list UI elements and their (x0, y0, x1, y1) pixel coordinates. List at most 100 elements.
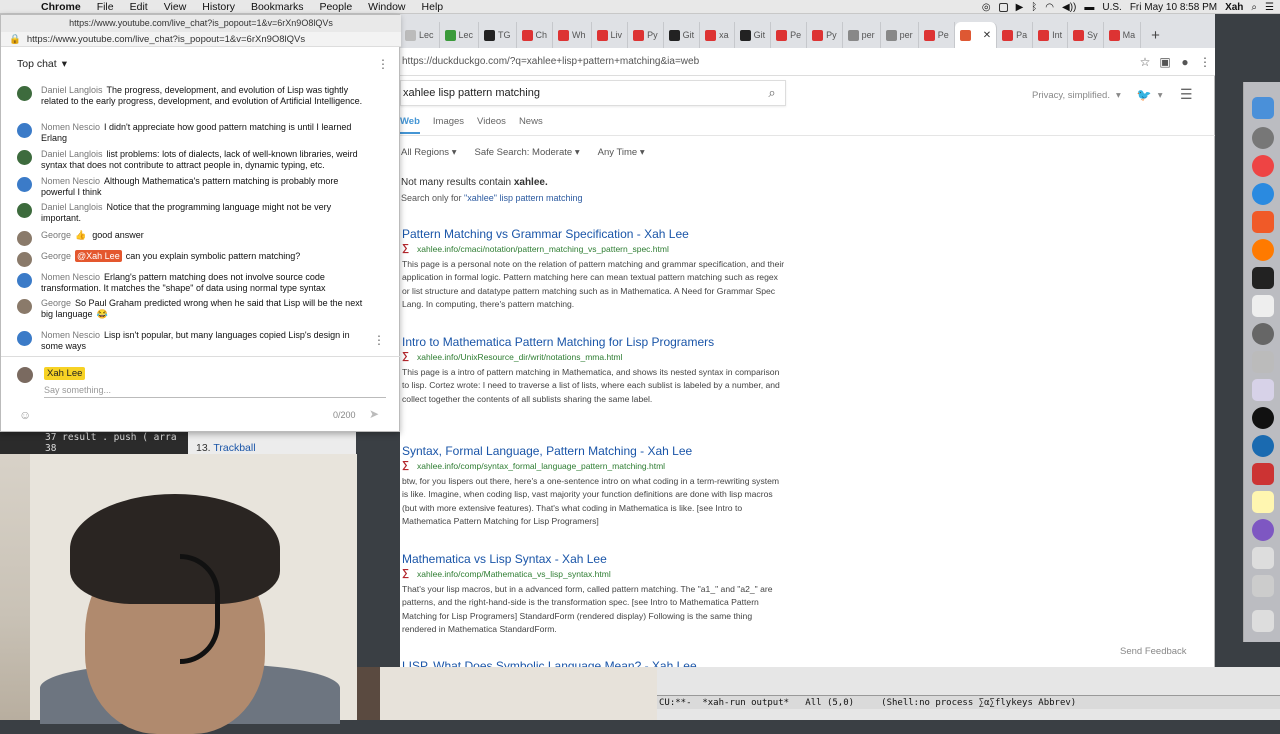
app-icon[interactable] (1252, 435, 1274, 457)
author-name[interactable]: Nomen Nescio (41, 272, 100, 282)
result-url[interactable]: ∑ xahlee.info/comp/Mathematica_vs_lisp_sy… (402, 568, 787, 579)
browser-tab[interactable]: Ch (517, 22, 554, 48)
chat-url[interactable]: https://www.youtube.com/live_chat?is_pop… (27, 32, 305, 46)
avatar[interactable] (17, 86, 32, 101)
twitter-icon[interactable]: 🐦 (1137, 88, 1152, 102)
search-box[interactable]: xahlee lisp pattern matching ⌕ (400, 80, 786, 106)
downloads-icon[interactable] (1252, 575, 1274, 597)
avatar[interactable] (17, 150, 32, 165)
app-icon[interactable] (1252, 379, 1274, 401)
author-name[interactable]: Daniel Langlois (41, 149, 103, 159)
send-feedback-link[interactable]: Send Feedback (1120, 646, 1187, 657)
avatar[interactable] (17, 203, 32, 218)
browser-tab[interactable]: Lec (440, 22, 480, 48)
tab-web[interactable]: Web (400, 116, 420, 134)
browser-tab[interactable]: per (881, 22, 919, 48)
avatar[interactable] (17, 331, 32, 346)
wifi-icon[interactable]: ◠ (1045, 2, 1054, 13)
author-name[interactable]: Daniel Langlois (41, 85, 103, 95)
browser-tab[interactable]: Git (664, 22, 701, 48)
star-icon[interactable]: ☆ (1135, 55, 1155, 69)
browser-tab[interactable]: Py (628, 22, 664, 48)
author-name[interactable]: Daniel Langlois (41, 202, 103, 212)
emoji-icon[interactable]: ☺ (19, 408, 31, 422)
author-name[interactable]: Nomen Nescio (41, 122, 100, 132)
search-icon[interactable]: ⌕ (1251, 2, 1257, 13)
search-input[interactable]: xahlee lisp pattern matching (403, 87, 759, 99)
browser-tab[interactable]: Ma (1104, 22, 1142, 48)
notes-icon[interactable] (1252, 491, 1274, 513)
author-name[interactable]: George (41, 298, 71, 308)
browser-tab[interactable]: Pe (919, 22, 955, 48)
author-name[interactable]: Nomen Nescio (41, 330, 100, 340)
chat-input[interactable]: Say something... (44, 385, 111, 395)
hamburger-menu-icon[interactable]: ☰ (1180, 86, 1193, 103)
menu-window[interactable]: Window (361, 1, 414, 13)
result-title-link[interactable]: Syntax, Formal Language, Pattern Matchin… (402, 444, 787, 459)
tab-images[interactable]: Images (433, 116, 464, 134)
filter-safe-search[interactable]: Safe Search: Moderate ▾ (474, 147, 579, 158)
new-tab-button[interactable]: + (1141, 22, 1170, 48)
menu-view[interactable]: View (157, 1, 196, 13)
browser-tab[interactable]: xa (700, 22, 735, 48)
status-icon[interactable]: ◎ (982, 2, 991, 13)
browser-tab[interactable]: Git (735, 22, 772, 48)
finder-icon[interactable] (1252, 97, 1274, 119)
input-locale[interactable]: U.S. (1102, 2, 1121, 13)
browser-tab[interactable]: Pe (771, 22, 808, 48)
address-bar[interactable]: https://duckduckgo.com/?q=xahlee+lisp+pa… (400, 48, 1215, 76)
terminal-icon[interactable] (1252, 267, 1274, 289)
browser-tab[interactable]: Wh (553, 22, 592, 48)
trackball-link[interactable]: Trackball (213, 442, 255, 454)
browser-tab[interactable]: Liv (592, 22, 629, 48)
app-icon[interactable] (1252, 547, 1274, 569)
menu-file[interactable]: File (90, 1, 123, 13)
search-only-link[interactable]: "xahlee" lisp pattern matching (464, 193, 582, 203)
chat-mode-selector[interactable]: Top chat ▾ (17, 58, 67, 70)
chrome-icon[interactable] (1252, 155, 1274, 177)
control-center-icon[interactable]: ☰ (1265, 2, 1274, 13)
menu-history[interactable]: History (195, 1, 244, 13)
tab-videos[interactable]: Videos (477, 116, 506, 134)
obs-icon[interactable] (1252, 407, 1274, 429)
settings-icon[interactable] (1252, 323, 1274, 345)
tab-news[interactable]: News (519, 116, 543, 134)
user-name[interactable]: Xah (1225, 2, 1243, 13)
tab-active[interactable]: ✕ (954, 22, 998, 48)
message-menu-icon[interactable]: ⋮ (373, 333, 385, 347)
author-name[interactable]: George (41, 230, 71, 240)
textedit-icon[interactable] (1252, 295, 1274, 317)
kebab-menu-icon[interactable]: ⋮ (1195, 55, 1215, 69)
trash-icon[interactable] (1252, 610, 1274, 632)
browser-tab[interactable]: per (843, 22, 881, 48)
result-url[interactable]: ∑ xahlee.info/UnixResource_dir/writ/notat… (402, 351, 787, 362)
browser-tab[interactable]: Py (807, 22, 843, 48)
safari-icon[interactable] (1252, 183, 1274, 205)
avatar[interactable] (17, 231, 32, 246)
avatar[interactable] (17, 177, 32, 192)
url-text[interactable]: https://duckduckgo.com/?q=xahlee+lisp+pa… (402, 56, 1135, 67)
launchpad-icon[interactable] (1252, 127, 1274, 149)
result-title-link[interactable]: Pattern Matching vs Grammar Specificatio… (402, 227, 787, 242)
chat-menu-icon[interactable]: ⋮ (377, 57, 389, 71)
browser-tab[interactable]: Pa (997, 22, 1034, 48)
menu-app[interactable]: Chrome (34, 1, 90, 13)
result-title-link[interactable]: Mathematica vs Lisp Syntax - Xah Lee (402, 552, 787, 567)
result-url[interactable]: ∑ xahlee.info/cmaci/notation/pattern_matc… (402, 243, 787, 254)
clock[interactable]: Fri May 10 8:58 PM (1130, 2, 1217, 13)
author-name[interactable]: George (41, 251, 71, 261)
avatar[interactable] (17, 273, 32, 288)
author-name[interactable]: Nomen Nescio (41, 176, 100, 186)
firefox-icon[interactable] (1252, 239, 1274, 261)
menu-bookmarks[interactable]: Bookmarks (244, 1, 313, 13)
volume-icon[interactable]: ◀)) (1062, 2, 1076, 13)
profile-icon[interactable]: ● (1175, 55, 1195, 69)
bluetooth-icon[interactable]: ᛒ (1031, 2, 1037, 13)
filter-time[interactable]: Any Time ▾ (598, 147, 645, 158)
app-icon[interactable] (1252, 351, 1274, 373)
avatar[interactable] (17, 299, 32, 314)
filter-region[interactable]: All Regions ▾ (401, 147, 456, 158)
extension-icon[interactable]: ▣ (1155, 55, 1175, 69)
send-icon[interactable]: ➤ (369, 407, 379, 421)
result-title-link[interactable]: Intro to Mathematica Pattern Matching fo… (402, 335, 787, 350)
